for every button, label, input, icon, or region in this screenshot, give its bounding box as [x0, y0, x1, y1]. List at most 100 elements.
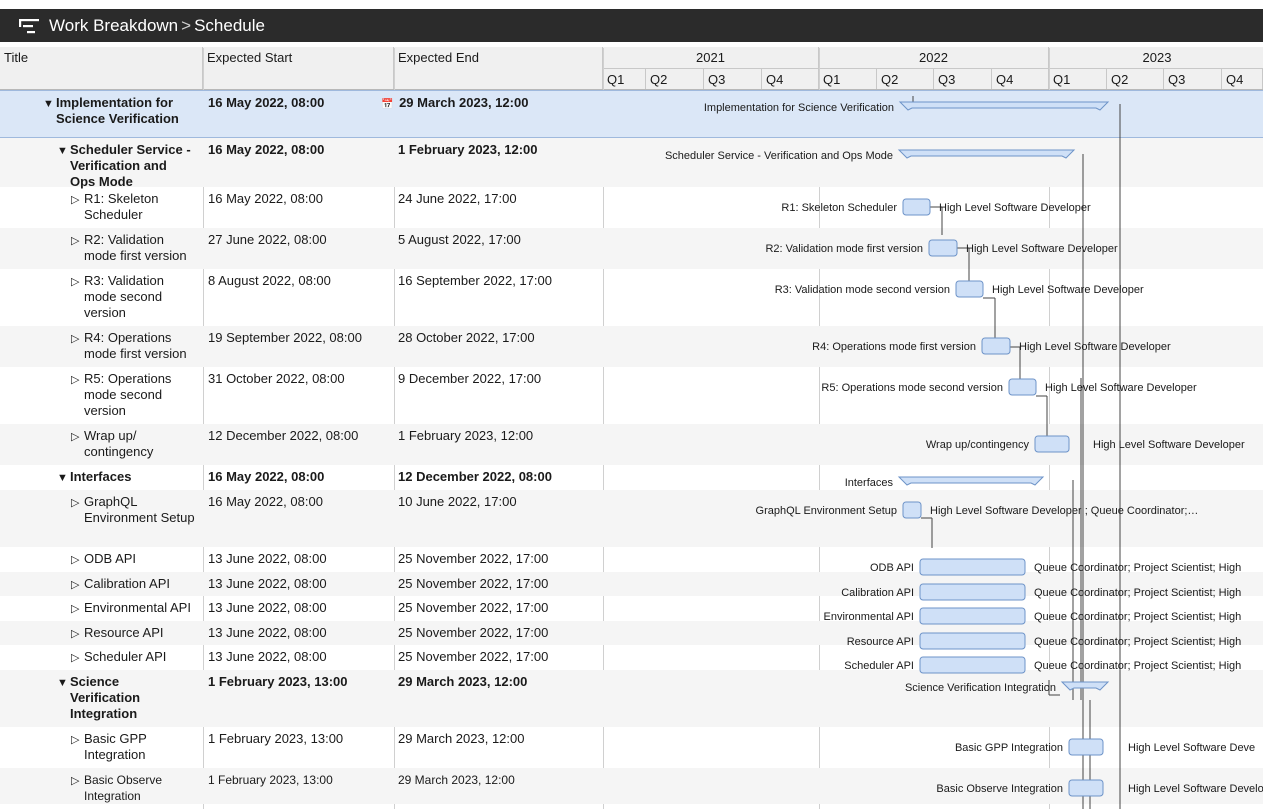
- task-expected-end[interactable]: 25 November 2022, 17:00: [398, 551, 603, 567]
- disclosure-expanded-icon[interactable]: ▼: [57, 469, 70, 486]
- task-expected-end[interactable]: 28 October 2022, 17:00: [398, 330, 603, 346]
- breadcrumb-work-breakdown[interactable]: Work Breakdown: [49, 16, 178, 36]
- task-bar[interactable]: [919, 583, 1026, 601]
- task-expected-start[interactable]: 16 May 2022, 08:00: [208, 191, 393, 207]
- task-expected-end[interactable]: 10 June 2022, 17:00: [398, 494, 603, 510]
- task-title-text: Calibration API: [84, 576, 170, 591]
- task-expected-start[interactable]: 1 February 2023, 13:00: [208, 674, 393, 690]
- disclosure-collapsed-icon[interactable]: ▷: [71, 649, 84, 666]
- disclosure-collapsed-icon[interactable]: ▷: [71, 371, 84, 419]
- task-expected-start[interactable]: 8 August 2022, 08:00: [208, 273, 393, 289]
- table-row[interactable]: ▼ Implementation for Science Verification…: [0, 90, 1263, 138]
- table-row[interactable]: ▷ R1: Skeleton Scheduler 16 May 2022, 08:0…: [0, 187, 1263, 228]
- task-expected-end[interactable]: 24 June 2022, 17:00: [398, 191, 603, 207]
- task-expected-end[interactable]: 16 September 2022, 17:00: [398, 273, 603, 289]
- task-expected-start[interactable]: 31 October 2022, 08:00: [208, 371, 393, 387]
- table-row[interactable]: ▷ R2: Validation mode first version 27 Jun…: [0, 228, 1263, 269]
- table-row[interactable]: ▷ ODB API 13 June 2022, 08:00 25 November 2…: [0, 547, 1263, 572]
- task-expected-end[interactable]: 29 March 2023, 12:00: [398, 674, 603, 690]
- table-row[interactable]: ▷ GraphQL Environment Setup 16 May 2022, 0…: [0, 490, 1263, 547]
- task-expected-end[interactable]: 25 November 2022, 17:00: [398, 600, 603, 616]
- task-expected-end[interactable]: 9 December 2022, 17:00: [398, 371, 603, 387]
- disclosure-collapsed-icon[interactable]: ▷: [71, 273, 84, 321]
- calendar-icon[interactable]: 📅: [381, 99, 393, 110]
- task-expected-end[interactable]: 29 March 2023, 12:00: [398, 731, 603, 747]
- task-expected-end[interactable]: 1 February 2023, 12:00: [398, 142, 603, 158]
- task-expected-start[interactable]: 1 February 2023, 13:00: [208, 772, 393, 788]
- task-expected-start[interactable]: 12 December 2022, 08:00: [208, 428, 393, 444]
- column-header-expected-end[interactable]: Expected End: [394, 47, 603, 89]
- task-expected-start[interactable]: 13 June 2022, 08:00: [208, 600, 393, 616]
- table-row[interactable]: ▷ R4: Operations mode first version 19 Sep…: [0, 326, 1263, 367]
- timeline-quarter: Q2: [646, 68, 704, 89]
- task-expected-start[interactable]: 13 June 2022, 08:00: [208, 551, 393, 567]
- task-title: ▷ Basic GPP Integration: [71, 731, 196, 763]
- column-header-expected-start[interactable]: Expected Start: [203, 47, 394, 89]
- table-row[interactable]: ▷ Environmental API 13 June 2022, 08:00 25 …: [0, 596, 1263, 621]
- table-row[interactable]: ▼ Scheduler Service - Verification and Op…: [0, 138, 1263, 190]
- task-bar[interactable]: [919, 656, 1026, 674]
- task-expected-start[interactable]: 27 June 2022, 08:00: [208, 232, 393, 248]
- task-title: ▷ R3: Validation mode second version: [71, 273, 196, 321]
- disclosure-collapsed-icon[interactable]: ▷: [71, 576, 84, 593]
- table-row[interactable]: ▷ Wrap up/ contingency 12 December 2022, 0…: [0, 424, 1263, 465]
- timeline-year: 2021: [603, 47, 819, 68]
- task-bar[interactable]: [928, 239, 958, 257]
- table-row[interactable]: ▼ Interfaces 16 May 2022, 08:00 12 December…: [0, 465, 1263, 490]
- disclosure-collapsed-icon[interactable]: ▷: [71, 330, 84, 362]
- table-row[interactable]: ▼ Science Verification Integration 1 Febru…: [0, 670, 1263, 727]
- disclosure-collapsed-icon[interactable]: ▷: [71, 600, 84, 617]
- table-row[interactable]: ▷ R3: Validation mode second version 8 Aug…: [0, 269, 1263, 326]
- table-row[interactable]: ▷ Scheduler API 13 June 2022, 08:00 25 Nove…: [0, 645, 1263, 670]
- disclosure-collapsed-icon[interactable]: ▷: [71, 232, 84, 264]
- task-expected-end[interactable]: 25 November 2022, 17:00: [398, 576, 603, 592]
- task-expected-start[interactable]: 16 May 2022, 08:00: [208, 469, 393, 485]
- task-expected-end[interactable]: 25 November 2022, 17:00: [398, 625, 603, 641]
- task-bar[interactable]: [1068, 779, 1104, 797]
- task-expected-end[interactable]: 25 November 2022, 17:00: [398, 649, 603, 665]
- task-expected-start[interactable]: 13 June 2022, 08:00: [208, 649, 393, 665]
- task-expected-end[interactable]: 📅 29 March 2023, 12:00: [381, 95, 586, 113]
- work-breakdown-icon[interactable]: [18, 17, 40, 35]
- task-bar[interactable]: [902, 501, 922, 519]
- task-expected-start[interactable]: 13 June 2022, 08:00: [208, 625, 393, 641]
- task-title-text: Basic Observe Integration: [84, 773, 163, 803]
- task-bar[interactable]: [902, 198, 931, 216]
- task-expected-start[interactable]: 1 February 2023, 13:00: [208, 731, 393, 747]
- task-bar[interactable]: [981, 337, 1011, 355]
- task-expected-end[interactable]: 5 August 2022, 17:00: [398, 232, 603, 248]
- task-bar[interactable]: [1008, 378, 1037, 396]
- task-bar[interactable]: [919, 632, 1026, 650]
- table-row[interactable]: ▷ R5: Operations mode second version 31 Oc…: [0, 367, 1263, 424]
- disclosure-collapsed-icon[interactable]: ▷: [71, 428, 84, 460]
- task-bar[interactable]: [955, 280, 984, 298]
- disclosure-expanded-icon[interactable]: ▼: [43, 95, 56, 127]
- disclosure-expanded-icon[interactable]: ▼: [57, 142, 70, 190]
- disclosure-collapsed-icon[interactable]: ▷: [71, 731, 84, 763]
- task-expected-end[interactable]: 1 February 2023, 12:00: [398, 428, 603, 444]
- disclosure-collapsed-icon[interactable]: ▷: [71, 191, 84, 223]
- disclosure-collapsed-icon[interactable]: ▷: [71, 625, 84, 642]
- title-bar: Work Breakdown > Schedule: [0, 9, 1263, 42]
- disclosure-collapsed-icon[interactable]: ▷: [71, 772, 84, 804]
- task-expected-end[interactable]: 29 March 2023, 12:00: [398, 772, 603, 788]
- task-expected-start[interactable]: 16 May 2022, 08:00: [208, 494, 393, 510]
- task-title-text: Interfaces: [70, 469, 132, 484]
- table-row[interactable]: ▷ Calibration API 13 June 2022, 08:00 25 No…: [0, 572, 1263, 596]
- disclosure-collapsed-icon[interactable]: ▷: [71, 494, 84, 526]
- task-expected-end[interactable]: 12 December 2022, 08:00: [398, 469, 603, 485]
- task-expected-start[interactable]: 13 June 2022, 08:00: [208, 576, 393, 592]
- task-bar[interactable]: [1034, 435, 1070, 453]
- timeline-quarter: Q1: [603, 68, 646, 89]
- table-row[interactable]: ▷ Resource API 13 June 2022, 08:00 25 Novem…: [0, 621, 1263, 645]
- task-bar[interactable]: [1068, 738, 1104, 756]
- task-bar[interactable]: [919, 558, 1026, 576]
- task-bar[interactable]: [919, 607, 1026, 625]
- disclosure-collapsed-icon[interactable]: ▷: [71, 551, 84, 568]
- task-expected-start[interactable]: 16 May 2022, 08:00: [208, 142, 393, 158]
- task-expected-start[interactable]: 16 May 2022, 08:00: [208, 95, 393, 111]
- timeline-year: 2023: [1049, 47, 1263, 68]
- disclosure-expanded-icon[interactable]: ▼: [57, 674, 70, 722]
- task-expected-start[interactable]: 19 September 2022, 08:00: [208, 330, 393, 346]
- column-header-title[interactable]: Title: [0, 47, 203, 89]
